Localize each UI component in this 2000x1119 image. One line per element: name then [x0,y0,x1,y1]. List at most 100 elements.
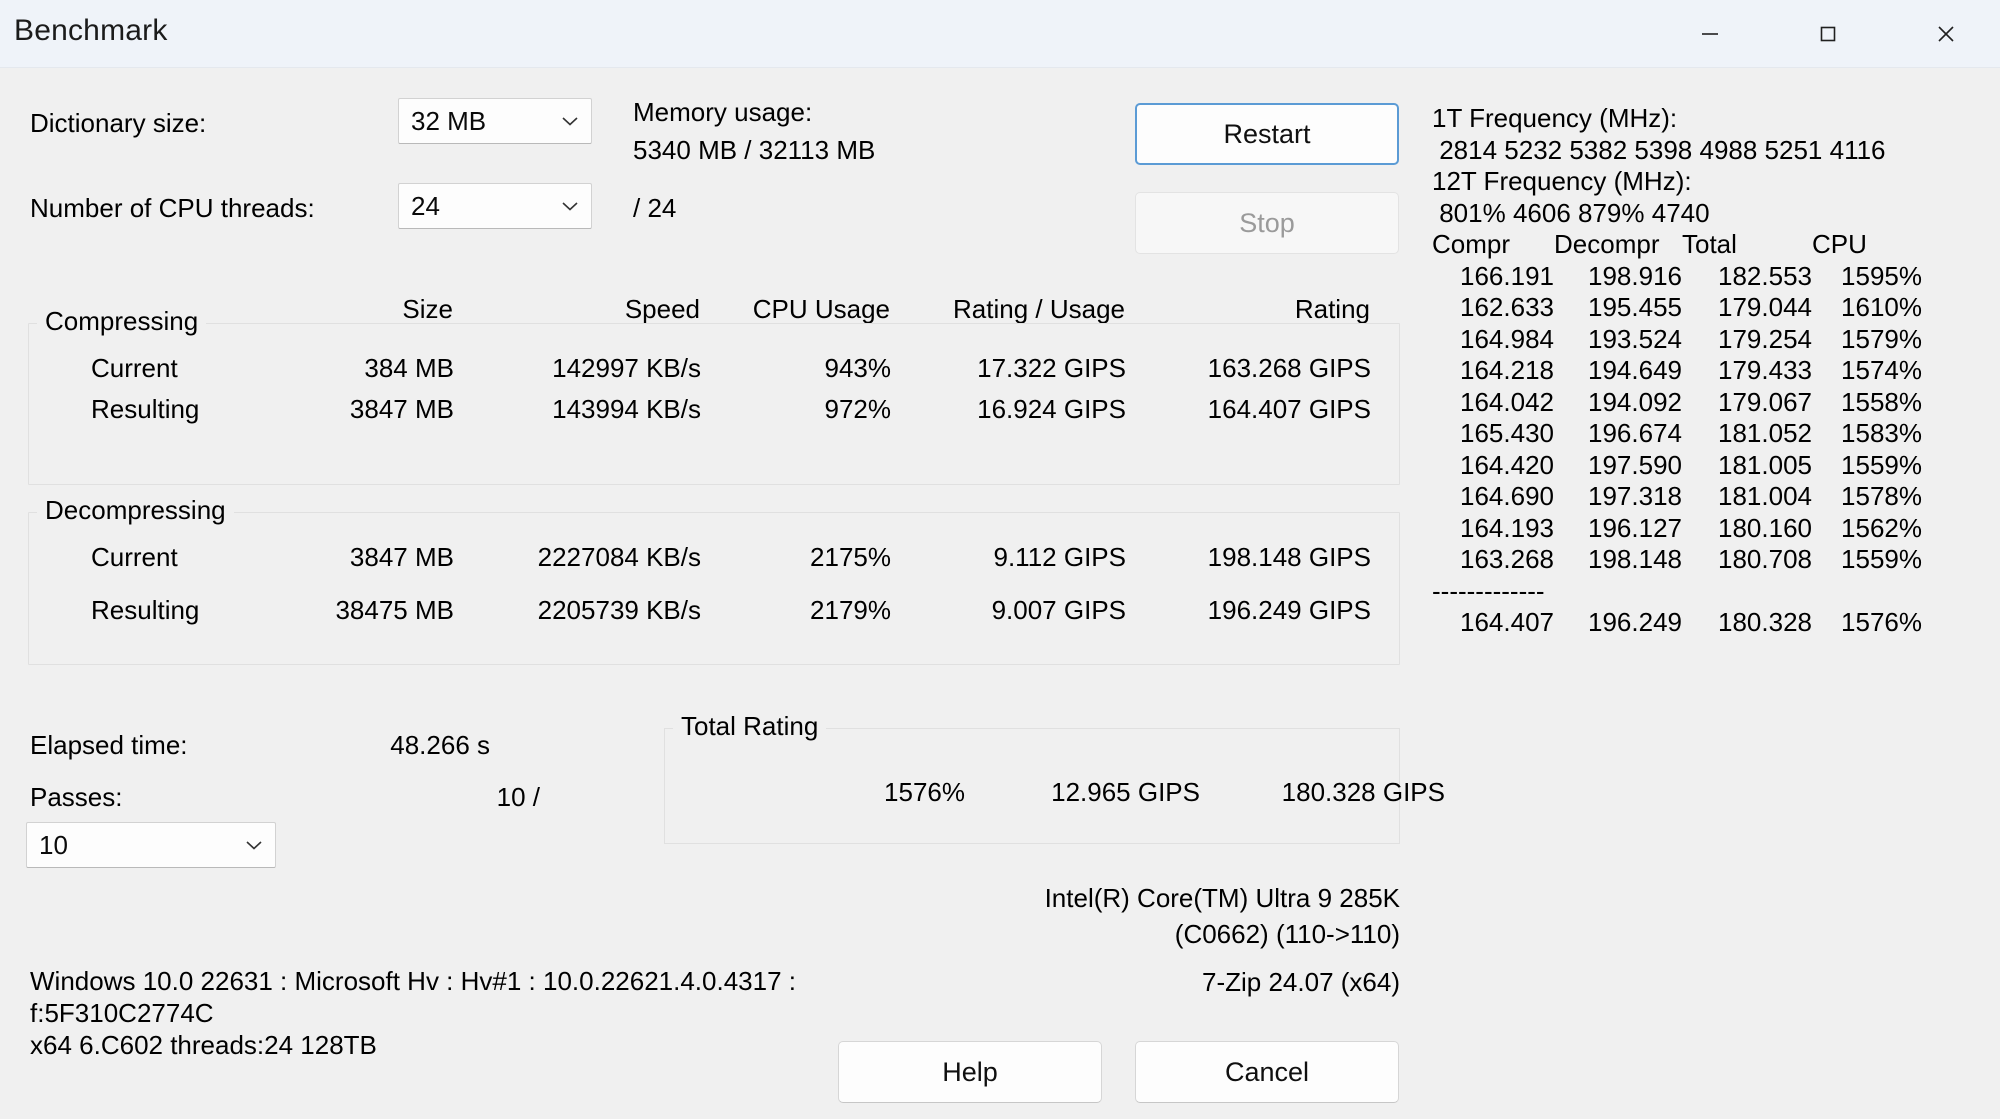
cpu-name-line1: Intel(R) Core(TM) Ultra 9 285K [1044,883,1400,913]
cancel-button[interactable]: Cancel [1135,1041,1399,1103]
log-total: 181.004 [1718,481,1812,511]
log-header-total: Total [1682,229,1737,259]
log-compr: 163.268 [1460,544,1554,574]
minimize-icon [1697,21,1723,47]
summary-total: 180.328 [1718,607,1812,637]
log-compr: 166.191 [1460,260,1554,291]
log-compr: 164.690 [1460,481,1554,511]
log-row: 164.042 194.092 179.067 1558% [1432,387,1992,419]
log-decompr: 195.455 [1588,292,1682,322]
row-label-current: Current [91,353,178,383]
stop-button: Stop [1135,192,1399,254]
log-cpu: 1579% [1841,323,1922,354]
help-button[interactable]: Help [838,1041,1102,1103]
total-rating-group: Total Rating 1576% 12.965 GIPS 180.328 G… [664,711,1445,844]
chevron-down-icon [561,199,579,211]
log-total: 181.005 [1718,449,1812,480]
log-row: 163.268 198.148 180.708 1559% [1432,544,1992,576]
maximize-icon [1815,21,1841,47]
close-button[interactable] [1908,0,1984,67]
cpu-threads-value: 24 [411,191,440,221]
passes-label: Passes: [30,782,123,812]
total-rating-usage: 12.965 GIPS [1051,777,1200,807]
log-decompr: 196.127 [1588,512,1682,543]
row-label-resulting: Resulting [91,595,200,625]
decompressing-group: Decompressing Current 3847 MB 2227084 KB… [28,495,1400,665]
passes-select[interactable]: 10 [26,822,276,868]
freq-12t-values: 801% 4606 879% 4740 [1432,197,1710,228]
log-decompr: 194.649 [1588,355,1682,385]
page-title: Benchmark [14,14,168,47]
log-compr: 164.042 [1460,386,1554,417]
summary-cpu: 1576% [1841,607,1922,637]
log-header-compr: Compr [1432,229,1511,259]
freq-1t-label: 1T Frequency (MHz): [1432,103,1678,133]
log-cpu: 1559% [1841,544,1922,574]
log-header-decompr: Decompr [1554,229,1660,259]
log-cpu: 1610% [1841,292,1922,322]
log-row: 164.690 197.318 181.004 1578% [1432,481,1992,513]
memory-usage-value: 5340 MB / 32113 MB [633,135,876,165]
compressing-group: Compressing Current 384 MB 142997 KB/s 9… [28,306,1400,485]
log-header-row: Compr Decompr Total CPU [1432,229,1992,261]
log-decompr: 193.524 [1588,323,1682,354]
summary-compr: 164.407 [1460,607,1554,637]
log-rows-container: 166.191 198.916 182.553 1595% 162.633 195.455… [1432,261,1992,576]
passes-value: 10 / [496,782,540,812]
total-rating-value: 180.328 GIPS [1281,777,1445,807]
log-total: 180.160 [1718,512,1812,543]
cpu-threads-max-label: / 24 [633,193,677,223]
minimize-button[interactable] [1672,0,1748,67]
cpu-name: Intel(R) Core(TM) Ultra 9 285K (C0662) (… [700,880,1400,952]
restart-button[interactable]: Restart [1135,103,1399,165]
log-compr: 162.633 [1460,292,1554,322]
log-row: 165.430 196.674 181.052 1583% [1432,418,1992,450]
log-summary-row: 164.407 196.249 180.328 1576% [1432,607,1992,639]
cell-rating: 163.268 GIPS [1207,353,1371,383]
log-compr: 164.218 [1460,355,1554,385]
chevron-down-icon [245,838,263,850]
dictionary-size-label: Dictionary size: [30,108,207,138]
freq-1t-values: 2814 5232 5382 5398 4988 5251 4116 [1432,134,1886,165]
close-icon [1933,21,1959,47]
row-label-current: Current [91,542,178,572]
log-row: 162.633 195.455 179.044 1610% [1432,292,1992,324]
column-header-rating-usage: Rating / Usage [953,294,1125,324]
log-total: 182.553 [1718,260,1812,291]
compressing-legend: Compressing [37,306,207,337]
freq-12t-label: 12T Frequency (MHz): [1432,166,1692,196]
log-row: 164.193 196.127 180.160 1562% [1432,513,1992,545]
log-cpu: 1574% [1841,355,1922,385]
log-decompr: 197.590 [1588,449,1682,480]
log-row: 164.218 194.649 179.433 1574% [1432,355,1992,387]
log-row: 164.420 197.590 181.005 1559% [1432,450,1992,482]
log-compr: 164.984 [1460,323,1554,354]
cpu-threads-select[interactable]: 24 [398,183,592,229]
log-total: 179.044 [1718,292,1812,322]
summary-decompr: 196.249 [1588,607,1682,637]
log-cpu: 1595% [1841,260,1922,291]
log-row: 164.984 193.524 179.254 1579% [1432,324,1992,356]
dictionary-size-value: 32 MB [411,106,487,136]
dictionary-size-select[interactable]: 32 MB [398,98,592,144]
chevron-down-icon [561,114,579,126]
elapsed-time-label: Elapsed time: [30,730,188,760]
cell-rating: 198.148 GIPS [1207,542,1371,572]
log-compr: 164.420 [1460,449,1554,480]
log-cpu: 1578% [1841,481,1922,511]
log-divider: ------------- [1432,575,1545,606]
cell-rating-usage: 16.924 GIPS [977,394,1126,424]
cell-size: 38475 MB [335,595,454,625]
system-info: Windows 10.0 22631 : Microsoft Hv : Hv#1… [30,966,796,1060]
seven-zip-version: 7-Zip 24.07 (x64) [1202,967,1400,997]
maximize-button[interactable] [1790,0,1866,67]
log-total: 181.052 [1718,418,1812,448]
cell-size: 3847 MB [349,394,454,424]
log-total: 179.254 [1718,323,1812,354]
log-cpu: 1583% [1841,418,1922,448]
cell-rating: 196.249 GIPS [1207,595,1371,625]
log-cpu: 1558% [1841,386,1922,417]
log-compr: 165.430 [1460,418,1554,448]
decompressing-legend: Decompressing [37,495,234,526]
cell-rating-usage: 17.322 GIPS [977,353,1126,383]
